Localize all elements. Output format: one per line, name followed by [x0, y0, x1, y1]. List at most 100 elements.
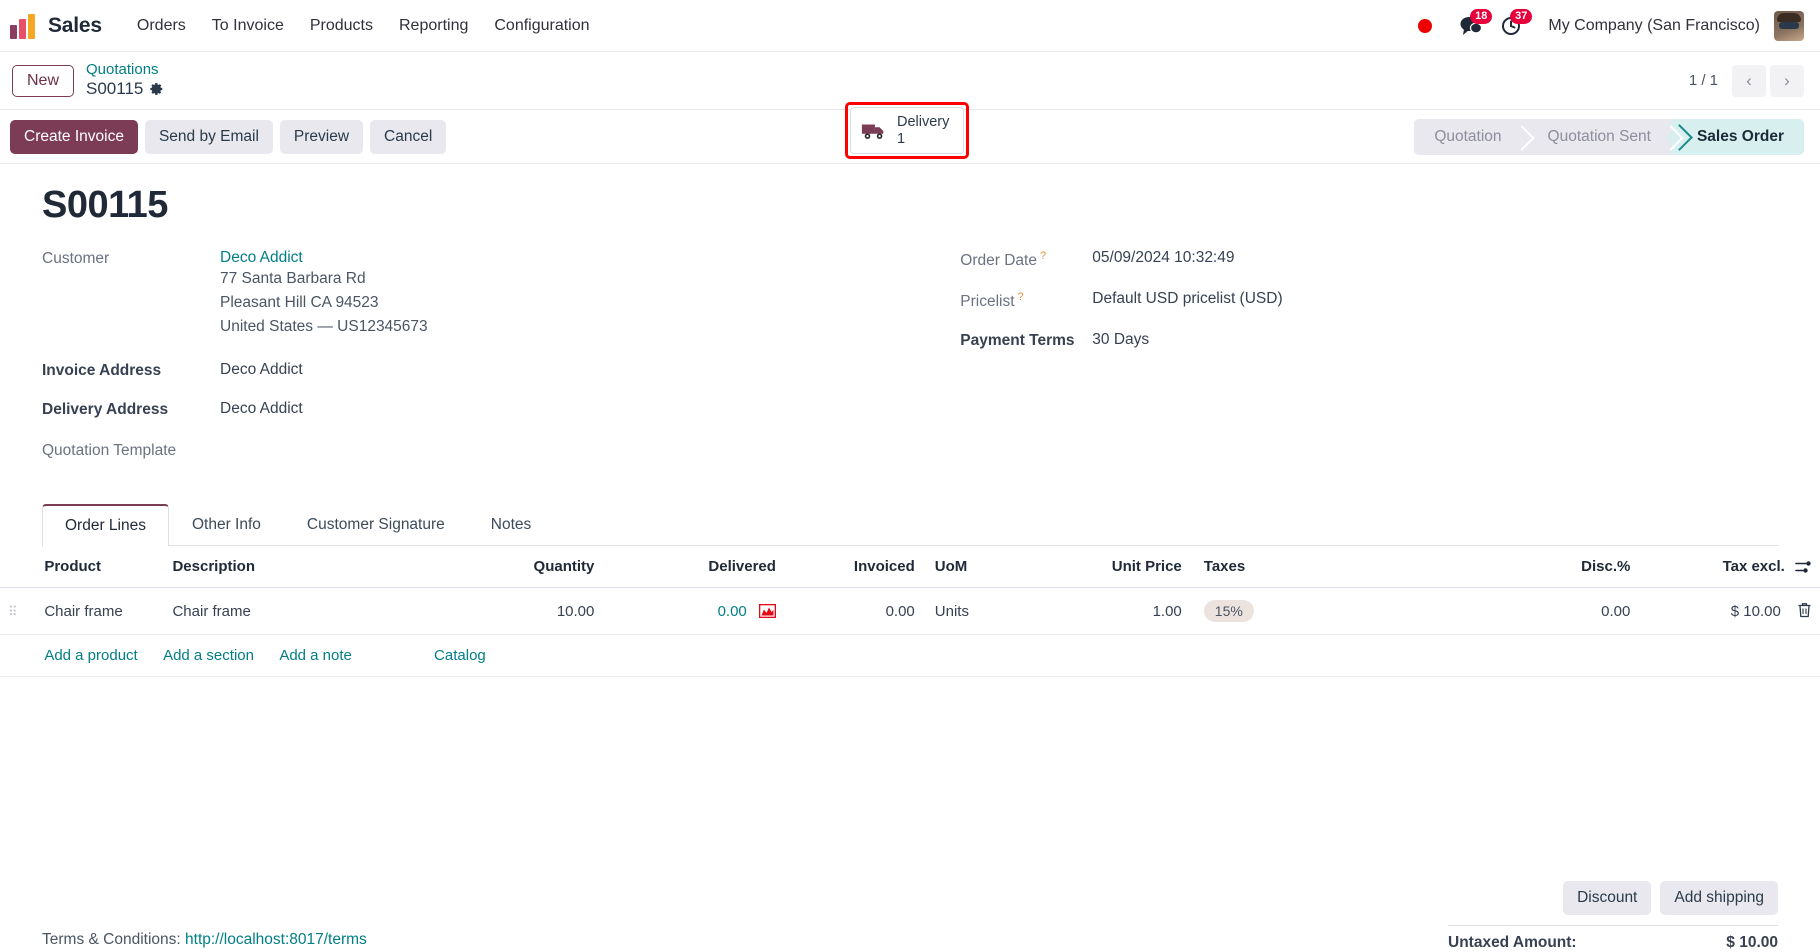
status-step-sales-order-label: Sales Order [1696, 127, 1784, 145]
field-pricelist-value[interactable]: Default USD pricelist (USD) [1092, 290, 1282, 308]
cell-discount[interactable]: 0.00 [1510, 587, 1639, 636]
activities-button[interactable]: 37 [1494, 8, 1533, 41]
tax-badge[interactable]: 15% [1203, 600, 1254, 623]
tab-other-info[interactable]: Other Info [169, 504, 284, 546]
odoo-sales-logo-icon[interactable] [10, 13, 38, 39]
delivery-smart-button-label: Delivery [897, 114, 950, 130]
activities-badge: 37 [1510, 8, 1533, 24]
col-quantity[interactable]: Quantity [410, 546, 603, 589]
recording-indicator-icon [1418, 18, 1433, 33]
customer-address-line-3: United States — US12345673 [220, 318, 428, 336]
cell-uom[interactable]: Units [922, 587, 1051, 636]
customer-link[interactable]: Deco Addict [220, 249, 428, 267]
col-discount[interactable]: Disc.% [1510, 546, 1639, 589]
delete-row-icon[interactable] [1797, 602, 1812, 618]
form-sheet: S00115 Customer Deco Addict 77 Santa Bar… [0, 184, 1820, 547]
field-delivery-address-value[interactable]: Deco Addict [220, 400, 303, 418]
menu-item-products[interactable]: Products [297, 11, 386, 41]
catalog-link[interactable]: Catalog [434, 647, 486, 664]
col-delivered[interactable]: Delivered [602, 546, 784, 589]
add-a-product-link[interactable]: Add a product [44, 647, 137, 664]
field-invoice-address-value[interactable]: Deco Addict [220, 361, 303, 379]
cell-tax-excl[interactable]: $ 10.00 [1638, 587, 1820, 636]
field-payment-terms-label: Payment Terms [960, 332, 1075, 350]
menu-item-reporting[interactable]: Reporting [386, 11, 481, 41]
status-step-quotation[interactable]: Quotation [1414, 118, 1522, 155]
navbar-right-section: 18 37 My Company (San Francisco) [1418, 8, 1804, 41]
company-switcher[interactable]: My Company (San Francisco) [1548, 17, 1760, 35]
tab-order-lines[interactable]: Order Lines [42, 504, 169, 547]
menu-item-orders[interactable]: Orders [124, 11, 199, 41]
field-invoice-address: Invoice Address Deco Addict [42, 361, 875, 380]
user-avatar[interactable] [1774, 10, 1804, 41]
customer-address-line-1: 77 Santa Barbara Rd [220, 270, 366, 287]
field-pricelist-label: Pricelist? [960, 290, 1092, 311]
menu-item-to-invoice[interactable]: To Invoice [199, 11, 297, 41]
field-pricelist-label-text: Pricelist [960, 293, 1015, 311]
status-step-quotation-sent[interactable]: Quotation Sent [1521, 118, 1671, 155]
field-payment-terms-value[interactable]: 30 Days [1092, 331, 1149, 349]
cell-quantity[interactable]: 10.00 [410, 587, 603, 636]
cell-description[interactable]: Chair frame [164, 587, 411, 636]
cell-taxes[interactable]: 15% [1189, 587, 1511, 636]
col-tax-excl[interactable]: Tax excl. [1638, 546, 1820, 589]
control-panel: New Quotations S00115 Delivery 1 1 / 1 ‹… [0, 52, 1820, 160]
messages-button[interactable]: 18 [1454, 8, 1493, 41]
send-by-email-button[interactable]: Send by Email [144, 119, 273, 154]
field-payment-terms: Payment Terms 30 Days [960, 331, 1778, 350]
col-description[interactable]: Description [164, 546, 411, 589]
drag-handle-icon[interactable]: ⠿ [8, 604, 19, 619]
fields-grid: Customer Deco Addict 77 Santa Barbara Rd… [42, 249, 1778, 469]
field-pricelist: Pricelist? Default USD pricelist (USD) [960, 290, 1778, 311]
col-taxes[interactable]: Taxes [1189, 546, 1511, 589]
field-quotation-template-label: Quotation Template [42, 442, 177, 460]
tab-customer-signature[interactable]: Customer Signature [284, 504, 468, 546]
cell-invoiced[interactable]: 0.00 [783, 587, 923, 636]
breadcrumb-current-record: S00115 [86, 79, 164, 99]
menu-item-configuration[interactable]: Configuration [481, 11, 602, 41]
status-step-sales-order[interactable]: Sales Order [1670, 118, 1804, 155]
pricelist-help-icon[interactable]: ? [1018, 291, 1024, 303]
field-order-date-label: Order Date? [960, 249, 1092, 270]
field-order-date-value[interactable]: 05/09/2024 10:32:49 [1092, 249, 1234, 267]
preview-button[interactable]: Preview [279, 119, 364, 154]
order-date-help-icon[interactable]: ? [1040, 250, 1046, 262]
status-step-quotation-label: Quotation [1434, 127, 1502, 145]
delivery-chart-icon[interactable] [758, 603, 776, 618]
page-title: S00115 [42, 184, 168, 226]
table-header-row: Product Description Quantity Delivered I… [0, 546, 1820, 589]
field-delivery-address-label: Delivery Address [42, 401, 169, 419]
table-row[interactable]: ⠿ Chair frame Chair frame 10.00 0.00 0.0… [0, 587, 1820, 636]
add-a-note-link[interactable]: Add a note [279, 647, 352, 664]
add-shipping-button[interactable]: Add shipping [1660, 881, 1778, 915]
app-name[interactable]: Sales [48, 14, 102, 38]
row-drag-handle[interactable]: ⠿ [0, 587, 37, 636]
order-lines-table: Product Description Quantity Delivered I… [0, 546, 1820, 678]
totals-buttons: Discount Add shipping [42, 881, 1778, 915]
breadcrumb-parent-quotations[interactable]: Quotations [86, 61, 164, 79]
create-invoice-button[interactable]: Create Invoice [10, 119, 138, 154]
delivery-smart-button[interactable]: Delivery 1 [850, 107, 965, 155]
col-uom[interactable]: UoM [922, 546, 1051, 589]
add-a-section-link[interactable]: Add a section [163, 647, 254, 664]
col-product[interactable]: Product [36, 546, 165, 589]
breadcrumb: Quotations S00115 [86, 61, 164, 99]
field-customer-value-group: Deco Addict 77 Santa Barbara Rd Pleasant… [220, 249, 428, 339]
new-button[interactable]: New [12, 64, 75, 97]
cell-product[interactable]: Chair frame [36, 587, 165, 636]
pager-next-button[interactable]: › [1770, 64, 1804, 97]
pager-previous-button[interactable]: ‹ [1732, 64, 1766, 97]
col-unit-price[interactable]: Unit Price [1050, 546, 1190, 589]
col-drag-handle [0, 546, 37, 589]
tab-notes[interactable]: Notes [468, 504, 555, 546]
col-invoiced[interactable]: Invoiced [783, 546, 923, 589]
gear-icon[interactable] [150, 82, 164, 96]
cell-unit-price[interactable]: 1.00 [1050, 587, 1190, 636]
pager-counter: 1 / 1 [1688, 72, 1718, 89]
cell-delivered[interactable]: 0.00 [602, 587, 784, 636]
cancel-button[interactable]: Cancel [370, 119, 447, 154]
notebook-tabs: Order Lines Other Info Customer Signatur… [42, 503, 1778, 547]
column-settings-icon[interactable] [1795, 560, 1812, 574]
discount-button[interactable]: Discount [1563, 881, 1652, 915]
terms-url-link[interactable]: http://localhost:8017/terms [185, 931, 367, 948]
